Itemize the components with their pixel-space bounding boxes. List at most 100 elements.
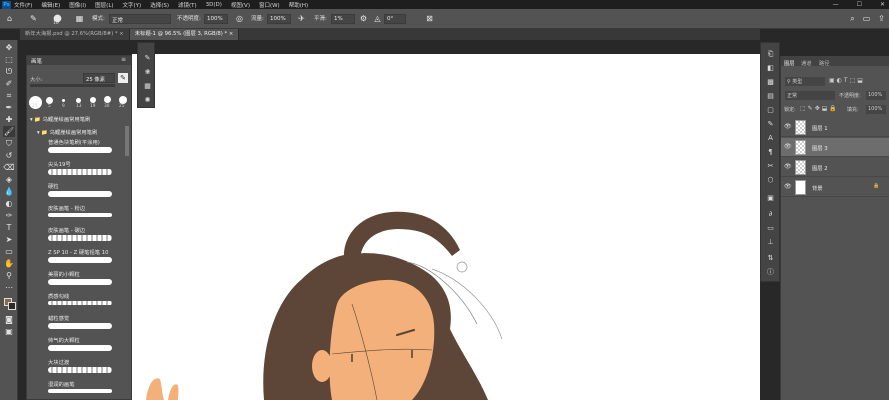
character-icon[interactable]: A [765, 133, 776, 143]
3d-icon[interactable]: ⬡ [765, 175, 776, 185]
menu-image[interactable]: 图像(I) [69, 1, 86, 9]
background-color-swatch[interactable] [8, 302, 16, 310]
healing-brush-icon[interactable]: ✚ [3, 114, 15, 125]
brush-subgroup-folder[interactable]: ▾ 📁 乌鲤崖绘画常用笔刷 [37, 128, 97, 136]
tab-document-1[interactable]: 新年大海报.psd @ 27.6%(RGB/8#) * × [20, 29, 130, 40]
blur-tool-icon[interactable]: 💧 [3, 186, 15, 197]
color-icon[interactable]: ◧ [765, 63, 776, 73]
brush-tool-icon[interactable]: ✎ [28, 13, 39, 24]
brush-list-item[interactable]: 大块过渡 [31, 358, 123, 380]
lasso-tool-icon[interactable]: ᘎ [3, 66, 15, 77]
angle-input[interactable]: 0° [384, 14, 406, 24]
more-tools-icon[interactable]: ⋯ [3, 282, 15, 293]
menu-layer[interactable]: 图层(L) [95, 1, 113, 9]
smooth-input[interactable]: 1% [331, 14, 355, 24]
brush-settings-icon[interactable]: ✎ [142, 53, 153, 63]
tool-presets-icon[interactable]: ✂ [765, 161, 776, 171]
brush-tool-icon[interactable]: 🖌 [3, 126, 15, 137]
airbrush-icon[interactable]: ✈ [296, 13, 307, 24]
layer-kind-filter[interactable]: ⚲ 类型 [785, 77, 825, 86]
pressure-opacity-icon[interactable]: ◎ [234, 13, 245, 24]
brush-tip-preview[interactable] [104, 96, 111, 103]
brush-list-item[interactable]: 湿润的画笔 [31, 380, 123, 400]
menu-window[interactable]: 窗口(W) [259, 1, 280, 9]
marquee-tool-icon[interactable]: ⬚ [3, 54, 15, 65]
layer-row[interactable]: 👁 图层 3 [781, 138, 889, 157]
share-icon[interactable]: ⇪ [876, 13, 887, 24]
fill-input[interactable]: 100% [866, 105, 886, 114]
tab-channels[interactable]: 通道 [801, 59, 812, 67]
brush-settings-icon[interactable]: ▦ [74, 13, 85, 24]
brush-tip-preview[interactable] [62, 99, 65, 102]
dodge-tool-icon[interactable]: ◐ [3, 198, 15, 209]
adjustments-icon[interactable]: ✺ [142, 95, 153, 105]
flow-input[interactable]: 100% [267, 14, 291, 24]
eraser-icon[interactable]: ⌫ [3, 162, 15, 173]
search-icon[interactable]: ⌕ [847, 13, 858, 24]
maximize-button[interactable]: ☐ [857, 1, 862, 8]
size-slider[interactable] [30, 84, 115, 87]
history-icon[interactable]: ⎗ [765, 49, 776, 59]
actions-icon[interactable]: ⊥ [765, 237, 776, 247]
symmetry-icon[interactable]: ⊠ [424, 13, 435, 24]
visibility-eye-icon[interactable]: 👁 [784, 163, 792, 170]
brush-tip-preview[interactable] [119, 96, 127, 104]
move-tool-icon[interactable]: ✥ [3, 42, 15, 53]
workspace-icon[interactable]: ▭ [861, 13, 872, 24]
menu-type[interactable]: 文字(Y) [123, 1, 142, 9]
timeline-icon[interactable]: ▭ [765, 223, 776, 233]
new-brush-icon[interactable]: ✎ [118, 73, 128, 83]
document-canvas[interactable] [132, 54, 760, 400]
blend-mode-select[interactable]: 正常 [785, 91, 835, 100]
visibility-eye-icon[interactable]: 👁 [784, 183, 792, 190]
menu-filter[interactable]: 滤镜(T) [178, 1, 197, 9]
libraries-icon[interactable]: ▢ [765, 105, 776, 115]
screen-mode-icon[interactable]: ▣ [3, 326, 15, 337]
menu-select[interactable]: 选择(S) [150, 1, 169, 9]
type-tool-icon[interactable]: T [3, 222, 15, 233]
zoom-tool-icon[interactable]: ⚲ [3, 270, 15, 281]
layer-row[interactable]: 👁 图层 1 [781, 118, 889, 137]
minimize-button[interactable]: — [833, 1, 839, 8]
visibility-eye-icon[interactable]: 👁 [784, 123, 792, 130]
brush-group-folder[interactable]: ▾ 📁 乌鲤崖绘画常用笔刷 [30, 115, 90, 123]
opacity-input[interactable]: 100% [204, 14, 228, 24]
layer-row[interactable]: 👁 背景 🔒 [781, 178, 889, 197]
hand-tool-icon[interactable]: ✋ [3, 258, 15, 269]
properties-icon[interactable]: ▤ [765, 91, 776, 101]
brush-list-item[interactable]: 皮肤画笔 - 粉边 [31, 204, 123, 226]
layer-row[interactable]: 👁 图层 2 [781, 158, 889, 177]
brush-list-item[interactable]: 帅气的大颗粒 [31, 336, 123, 358]
tab-layers[interactable]: 图层 [784, 59, 795, 67]
brush-list-item[interactable]: Z SP 10 - Z 硬笔铅笔 10 [31, 248, 123, 270]
filter-icons[interactable]: ▣◐T⬚⬓ [829, 77, 865, 84]
visibility-eye-icon[interactable]: 👁 [784, 143, 792, 150]
panel-menu-icon[interactable]: ≡ [121, 56, 126, 63]
layer-opacity-input[interactable]: 100% [866, 91, 886, 100]
paint-bucket-icon[interactable]: ◈ [3, 174, 15, 185]
clone-stamp-icon[interactable]: ⛉ [3, 138, 15, 149]
brush-presets-icon[interactable]: ❀ [142, 67, 153, 77]
rectangle-tool-icon[interactable]: ▭ [3, 246, 15, 257]
menu-file[interactable]: 文件(F) [14, 1, 32, 9]
pen-tool-icon[interactable]: ✑ [3, 210, 15, 221]
tab-document-2[interactable]: 未标题-1 @ 96.5% (图层 3, RGB/8) * × [129, 29, 240, 40]
smooth-settings-icon[interactable]: ⚙ [358, 13, 369, 24]
clone-source-icon[interactable]: ▦ [142, 81, 153, 91]
brush-tip-preview[interactable] [46, 97, 53, 104]
menu-help[interactable]: 帮助(H) [289, 1, 308, 9]
brush-list-item[interactable]: 硬粒 [31, 182, 123, 204]
history-brush-icon[interactable]: ↺ [3, 150, 15, 161]
brush-list-item[interactable]: 蜡粒感觉 [31, 314, 123, 336]
path-select-icon[interactable]: ➤ [3, 234, 15, 245]
brush-list-scrollbar[interactable] [125, 126, 129, 156]
brush-list-item[interactable]: 美丽的小颗粒 [31, 270, 123, 292]
notes-icon[interactable]: ▣ [765, 193, 776, 203]
eyedropper-icon[interactable]: ✒ [3, 102, 15, 113]
swatches-icon[interactable]: ▩ [765, 77, 776, 87]
paragraph-icon[interactable]: ¶ [765, 147, 776, 157]
paths-icon[interactable]: ✎ [765, 119, 776, 129]
home-icon[interactable]: ⌂ [4, 13, 15, 24]
crop-tool-icon[interactable]: ⌗ [3, 90, 15, 101]
brush-list-item[interactable]: 皮肤画笔 - 碳边 [31, 226, 123, 248]
